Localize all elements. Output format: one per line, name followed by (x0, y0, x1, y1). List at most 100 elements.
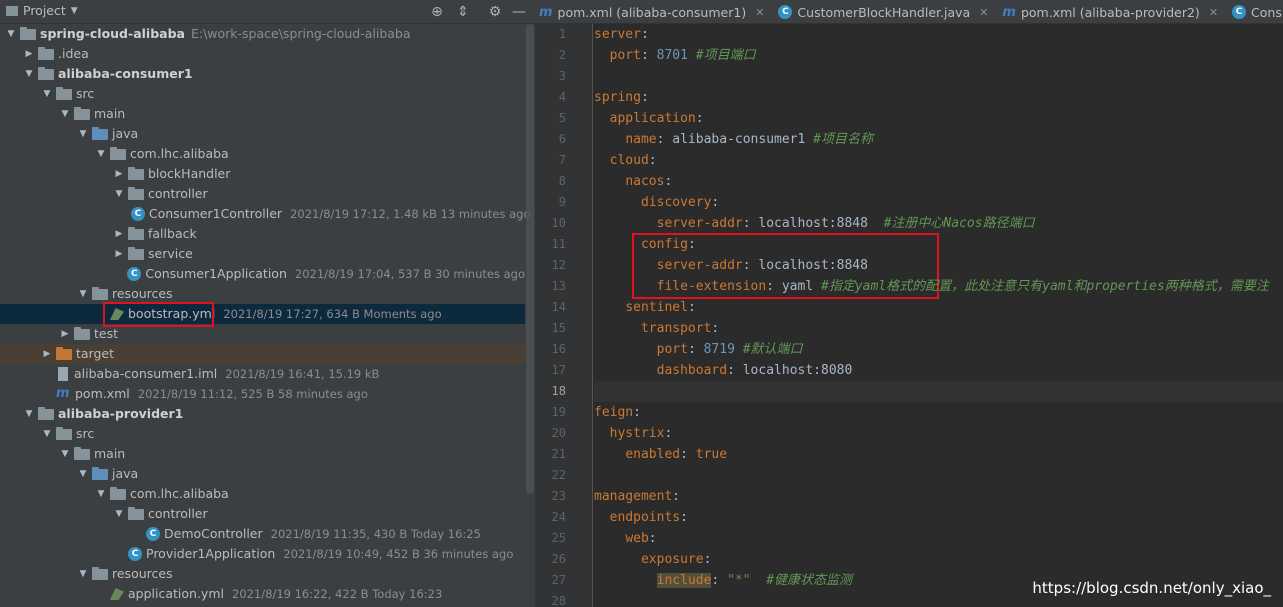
tree-row-main[interactable]: ▼ main (0, 104, 525, 124)
folder-icon (56, 87, 72, 100)
tree-row-java[interactable]: ▼ java (0, 464, 525, 484)
source-folder-icon (92, 127, 108, 140)
code-line[interactable]: name: alibaba-consumer1 #项目名称 (594, 129, 1283, 150)
code-line[interactable]: feign: (594, 402, 1283, 423)
code-line[interactable]: cloud: (594, 150, 1283, 171)
chevron-right-icon[interactable]: ▶ (110, 244, 128, 264)
code-token: : (695, 111, 704, 126)
chevron-right-icon[interactable]: ▶ (20, 44, 38, 64)
code-line[interactable] (594, 66, 1283, 87)
code-line[interactable]: port: 8701 #项目端口 (594, 45, 1283, 66)
chevron-right-icon[interactable]: ▶ (110, 224, 128, 244)
code-line[interactable]: transport: (594, 318, 1283, 339)
chevron-right-icon[interactable]: ▶ (110, 164, 128, 184)
tree-row-alibaba-consumer1-iml[interactable]: · alibaba-consumer1.iml 2021/8/19 16:41, 1… (0, 364, 525, 384)
chevron-right-icon[interactable]: ▶ (38, 344, 56, 364)
gear-icon[interactable]: ⚙ (486, 3, 504, 21)
collapse-all-icon[interactable]: ⇕ (454, 3, 472, 21)
tree-row-java[interactable]: ▼ java (0, 124, 525, 144)
code-line[interactable]: port: 8719 #默认端口 (594, 339, 1283, 360)
code-line[interactable]: exposure: (594, 549, 1283, 570)
code-line[interactable]: discovery: (594, 192, 1283, 213)
code-line[interactable]: management: (594, 486, 1283, 507)
tree-row-alibaba-provider1[interactable]: ▼ alibaba-provider1 (0, 404, 525, 424)
chevron-down-icon[interactable]: ▼ (110, 184, 128, 204)
tree-row-src[interactable]: ▼ src (0, 424, 525, 444)
code-line[interactable]: server: (594, 24, 1283, 45)
tree-row-controller[interactable]: ▼ controller (0, 184, 525, 204)
code-line[interactable]: endpoints: (594, 507, 1283, 528)
chevron-down-icon[interactable]: ▼ (110, 504, 128, 524)
code-line[interactable]: file-extension: yaml #指定yaml格式的配置，此处注意只有… (594, 276, 1283, 297)
code-line[interactable]: nacos: (594, 171, 1283, 192)
tree-row-alibaba-consumer1[interactable]: ▼ alibaba-consumer1 (0, 64, 525, 84)
tree-row-application-yml[interactable]: · application.yml 2021/8/19 16:22, 422 B T… (0, 584, 525, 604)
tree-row-pom-xml[interactable]: ·m pom.xml 2021/8/19 11:12, 525 B 58 minut… (0, 384, 525, 404)
line-number: 16 (551, 342, 566, 356)
tree-row-consumer1application[interactable]: ·CConsumer1Application 2021/8/19 17:04, 5… (0, 264, 525, 284)
project-view-selector[interactable]: Project ▼ (6, 3, 78, 18)
close-icon[interactable]: ✕ (1209, 6, 1218, 19)
hide-icon[interactable]: — (510, 3, 528, 21)
tree-row-com-lhc-alibaba[interactable]: ▼ com.lhc.alibaba (0, 484, 525, 504)
tree-row-com-lhc-alibaba[interactable]: ▼ com.lhc.alibaba (0, 144, 525, 164)
code-line[interactable] (594, 381, 1283, 402)
code-line[interactable]: dashboard: localhost:8080 (594, 360, 1283, 381)
tree-row-src[interactable]: ▼ src (0, 84, 525, 104)
tree-row-resources[interactable]: ▼ resources (0, 284, 525, 304)
tree-row-democontroller[interactable]: ·C DemoController 2021/8/19 11:35, 430 B T… (0, 524, 525, 544)
tree-row-spring-cloud-alibaba[interactable]: ▼ spring-cloud-alibaba E:\work-space\sprin… (0, 24, 525, 44)
editor-tab[interactable]: m pom.xml (alibaba-consumer1) ✕ (535, 0, 774, 23)
tree-row-provider1application[interactable]: ·C Provider1Application 2021/8/19 10:49, 4… (0, 544, 525, 564)
tree-row-fallback[interactable]: ▶ fallback (0, 224, 525, 244)
tree-row-main[interactable]: ▼ main (0, 444, 525, 464)
code-line[interactable]: config: (594, 234, 1283, 255)
chevron-down-icon[interactable]: ▼ (20, 64, 38, 84)
chevron-down-icon[interactable]: ▼ (38, 84, 56, 104)
chevron-down-icon[interactable]: ▼ (20, 404, 38, 424)
editor-tab[interactable]: C Consumer1Ap (1228, 0, 1283, 23)
code-line[interactable]: enabled: true (594, 444, 1283, 465)
code-line[interactable]: sentinel: (594, 297, 1283, 318)
close-icon[interactable]: ✕ (979, 6, 988, 19)
tree-row-test[interactable]: ▶ test (0, 324, 525, 344)
chevron-right-icon[interactable]: ▶ (56, 324, 74, 344)
editor-tab[interactable]: m pom.xml (alibaba-provider2) ✕ (998, 0, 1228, 23)
project-scrollbar[interactable] (526, 24, 534, 494)
code-line[interactable]: web: (594, 528, 1283, 549)
code-line[interactable]: hystrix: (594, 423, 1283, 444)
tree-row-blockhandler[interactable]: ▶ blockHandler (0, 164, 525, 184)
tree-row-target[interactable]: ▶ target (0, 344, 525, 364)
tree-row-consumer1controller[interactable]: ·CConsumer1Controller2021/8/19 17:12, 1.… (0, 204, 530, 224)
chevron-down-icon[interactable]: ▼ (74, 564, 92, 584)
chevron-down-icon[interactable]: ▼ (92, 144, 110, 164)
tree-row--idea[interactable]: ▶ .idea (0, 44, 525, 64)
yaml-file-icon (110, 588, 124, 600)
code-line[interactable] (594, 465, 1283, 486)
code-line[interactable]: spring: (594, 87, 1283, 108)
editor-tab[interactable]: C CustomerBlockHandler.java ✕ (774, 0, 998, 23)
tree-row-service[interactable]: ▶ service (0, 244, 525, 264)
code-token: feign (594, 405, 634, 420)
locate-icon[interactable]: ⊕ (428, 3, 446, 21)
tree-row-bootstrap-yml[interactable]: ·bootstrap.yml2021/8/19 17:27, 634 B Mom… (0, 304, 525, 324)
chevron-down-icon[interactable]: ▼ (92, 484, 110, 504)
folder-icon (56, 427, 72, 440)
chevron-down-icon[interactable]: ▼ (56, 104, 74, 124)
chevron-down-icon[interactable]: ▼ (2, 24, 20, 44)
spacer: · (92, 584, 110, 604)
chevron-down-icon[interactable]: ▼ (74, 464, 92, 484)
chevron-down-icon[interactable]: ▼ (56, 444, 74, 464)
code-line[interactable]: server-addr: localhost:8848 (594, 255, 1283, 276)
chevron-down-icon[interactable]: ▼ (74, 124, 92, 144)
chevron-down-icon[interactable]: ▼ (74, 284, 92, 304)
tree-row-resources[interactable]: ▼ resources (0, 564, 525, 584)
code-line[interactable]: server-addr: localhost:8848 #注册中心Nacos路径… (594, 213, 1283, 234)
code-editor[interactable]: server: port: 8701 #项目端口 spring: applicat… (594, 24, 1283, 607)
chevron-down-icon[interactable]: ▼ (38, 424, 56, 444)
close-icon[interactable]: ✕ (755, 6, 764, 19)
tree-row-controller[interactable]: ▼ controller (0, 504, 525, 524)
code-line[interactable]: application: (594, 108, 1283, 129)
